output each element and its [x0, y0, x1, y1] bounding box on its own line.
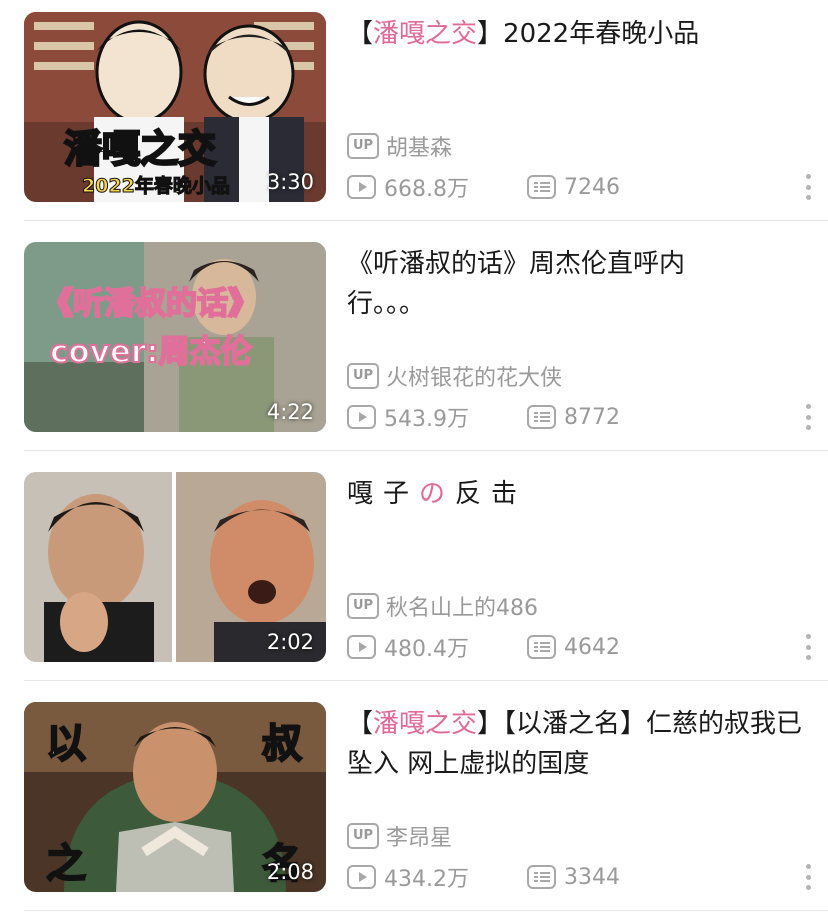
video-duration: 4:22: [266, 400, 314, 424]
video-item[interactable]: 2:02 嘎子の反击 UP 秋名山上的486 480.4万 4642: [0, 460, 828, 690]
video-title[interactable]: 《听潘叔的话》周杰伦直呼内行。。。: [347, 244, 692, 324]
video-duration: 2:08: [266, 860, 314, 884]
video-thumbnail[interactable]: 潘嘎之交 2022年春晚小品 3:30: [24, 12, 326, 202]
danmaku-icon: [527, 175, 556, 199]
thumb-title: 《听潘叔的话》: [42, 286, 259, 322]
divider: [24, 220, 828, 221]
play-count-value: 543.9万: [384, 407, 469, 432]
danmaku-count-value: 7246: [564, 174, 620, 200]
danmaku-icon: [527, 865, 556, 889]
title-prefix: 【: [347, 19, 374, 49]
title-highlight: 潘嘎之交: [373, 19, 478, 49]
more-icon[interactable]: [798, 172, 818, 202]
danmaku-count: 3344: [527, 865, 620, 890]
danmaku-icon: [527, 635, 556, 659]
play-count: 543.9万: [347, 401, 527, 433]
uploader-name: 胡基森: [386, 136, 453, 161]
up-icon: UP: [347, 593, 379, 619]
thumb-subtitle: cover:周杰伦: [50, 334, 253, 370]
divider: [24, 910, 828, 911]
play-count: 434.2万: [347, 861, 527, 893]
thumb-title: 潘嘎之交: [64, 127, 216, 171]
thumb-char: 叔: [262, 721, 302, 767]
video-item[interactable]: 以 叔 之 名 2:08 【潘嘎之交】【以潘之名】仁慈的叔我已坠入 网上虚拟的国…: [0, 690, 828, 917]
video-stats: 480.4万 4642: [347, 632, 620, 662]
uploader-name: 李昂星: [386, 826, 453, 851]
play-icon: [347, 405, 376, 429]
uploader[interactable]: UP 胡基森: [347, 132, 453, 161]
video-title[interactable]: 嘎子の反击: [347, 474, 817, 514]
play-count-value: 668.8万: [384, 177, 469, 202]
play-icon: [347, 865, 376, 889]
video-item[interactable]: 《听潘叔的话》 cover:周杰伦 4:22 《听潘叔的话》周杰伦直呼内行。。。…: [0, 230, 828, 460]
video-title[interactable]: 【潘嘎之交】2022年春晚小品: [347, 14, 817, 54]
play-icon: [347, 175, 376, 199]
danmaku-count-value: 8772: [564, 404, 620, 430]
title-part: 反击: [455, 479, 528, 509]
danmaku-count: 7246: [527, 175, 620, 200]
uploader-name: 秋名山上的486: [386, 596, 538, 621]
thumb-char: 以: [46, 721, 86, 767]
uploader[interactable]: UP 火树银花的花大侠: [347, 362, 563, 391]
up-icon: UP: [347, 133, 379, 159]
play-icon: [347, 635, 376, 659]
video-item[interactable]: 潘嘎之交 2022年春晚小品 3:30 【潘嘎之交】2022年春晚小品 UP 胡…: [0, 0, 828, 230]
title-highlight: の: [419, 479, 456, 509]
play-count-value: 434.2万: [384, 867, 469, 892]
uploader-name: 火树银花的花大侠: [386, 366, 563, 391]
danmaku-count-value: 4642: [564, 634, 620, 660]
video-duration: 2:02: [266, 630, 314, 654]
more-icon[interactable]: [798, 862, 818, 892]
video-thumbnail[interactable]: 《听潘叔的话》 cover:周杰伦 4:22: [24, 242, 326, 432]
more-icon[interactable]: [798, 632, 818, 662]
danmaku-count: 4642: [527, 635, 620, 660]
video-duration: 3:30: [266, 170, 314, 194]
video-stats: 434.2万 3344: [347, 862, 620, 892]
video-thumbnail[interactable]: 2:02: [24, 472, 326, 662]
title-part: 嘎子: [347, 479, 420, 509]
thumb-subtitle: 2022年春晚小品: [82, 174, 230, 197]
title-prefix: 【: [347, 709, 374, 739]
danmaku-icon: [527, 405, 556, 429]
play-count-value: 480.4万: [384, 637, 469, 662]
play-count: 668.8万: [347, 171, 527, 203]
up-icon: UP: [347, 363, 379, 389]
title-suffix: 】2022年春晚小品: [477, 19, 700, 49]
video-title[interactable]: 【潘嘎之交】【以潘之名】仁慈的叔我已坠入 网上虚拟的国度: [347, 704, 817, 784]
play-count: 480.4万: [347, 631, 527, 663]
danmaku-count: 8772: [527, 405, 620, 430]
up-icon: UP: [347, 823, 379, 849]
video-stats: 543.9万 8772: [347, 402, 620, 432]
uploader[interactable]: UP 秋名山上的486: [347, 592, 538, 621]
video-stats: 668.8万 7246: [347, 172, 620, 202]
thumb-char: 之: [46, 841, 86, 887]
video-thumbnail[interactable]: 以 叔 之 名 2:08: [24, 702, 326, 892]
divider: [24, 450, 828, 451]
more-icon[interactable]: [798, 402, 818, 432]
divider: [24, 680, 828, 681]
title-highlight: 潘嘎之交: [373, 709, 478, 739]
uploader[interactable]: UP 李昂星: [347, 822, 453, 851]
danmaku-count-value: 3344: [564, 864, 620, 890]
video-list: 潘嘎之交 2022年春晚小品 3:30 【潘嘎之交】2022年春晚小品 UP 胡…: [0, 0, 828, 917]
